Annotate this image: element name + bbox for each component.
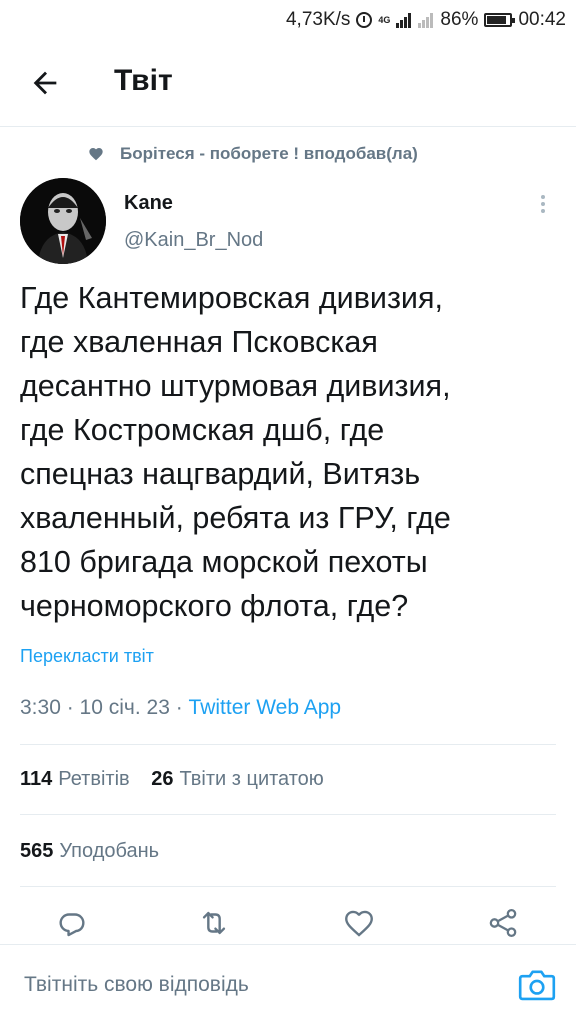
social-context[interactable]: Борітеся - поборете ! вподобав(ла) [88,144,418,164]
clock: 00:42 [518,9,566,30]
network-speed: 4,73K/s [285,9,351,30]
retweets-count: 114 [20,768,53,790]
divider [20,814,556,815]
quotes-count: 26 [151,768,174,790]
tweet-actions [0,900,576,946]
author-name[interactable]: Kane [124,192,173,215]
page-title: Твіт [114,64,173,97]
status-bar: 4,73K/s 4G 86% 00:42 [0,0,576,40]
more-vertical-icon[interactable] [536,192,550,216]
signal-secondary-icon [418,12,434,28]
likes-count: 565 [20,840,54,862]
reply-input[interactable]: Твітніть свою відповідь [24,973,249,997]
battery-icon [484,13,516,27]
arrow-left-icon[interactable] [28,66,62,100]
reply-bar: Твітніть свою відповідь [0,944,576,1024]
likes-label: Уподобань [59,840,160,862]
quotes-stat[interactable]: 26 Твіти з цитатою [151,768,324,791]
translate-tweet-link[interactable]: Перекласти твіт [20,646,154,667]
quotes-label: Твіти з цитатою [179,768,324,790]
social-context-text: Борітеся - поборете ! вподобав(ла) [120,144,418,163]
tweet-screen: 4,73K/s 4G 86% 00:42 Твіт Борітеся - поб… [0,0,576,1024]
tweet-date: 10 січ. 23 [79,696,170,719]
retweets-label: Ретвітів [58,768,130,790]
avatar-image [20,178,106,264]
tweet-source-link[interactable]: Twitter Web App [189,696,342,719]
meta-separator: · [169,696,189,719]
tweet-meta: 3:30 · 10 січ. 23 · Twitter Web App [20,696,341,720]
divider [20,886,556,887]
likes-stat[interactable]: 565 Уподобань [20,840,159,863]
author-handle[interactable]: @Kain_Br_Nod [124,229,263,252]
tweet-time: 3:30 [20,696,61,719]
signal-icon [396,12,412,28]
divider [20,744,556,745]
app-header: Твіт [0,40,576,127]
network-type: 4G [378,15,391,25]
stats-row-likes: 565 Уподобань [20,840,175,863]
heart-icon [89,148,103,161]
avatar[interactable] [20,178,106,264]
meta-separator: · [60,696,80,719]
alarm-icon [356,12,373,28]
share-icon[interactable] [486,906,520,940]
retweets-stat[interactable]: 114 Ретвітів [20,768,130,791]
like-icon[interactable] [342,906,376,940]
battery-percent: 86% [440,9,479,30]
reply-icon[interactable] [55,906,89,940]
retweet-icon[interactable] [197,906,231,940]
camera-icon[interactable] [518,967,556,1003]
tweet-text: Где Кантемировская дивизия, где хваленна… [20,281,451,623]
stats-row-retweets: 114 Ретвітів 26 Твіти з цитатою [20,768,340,791]
